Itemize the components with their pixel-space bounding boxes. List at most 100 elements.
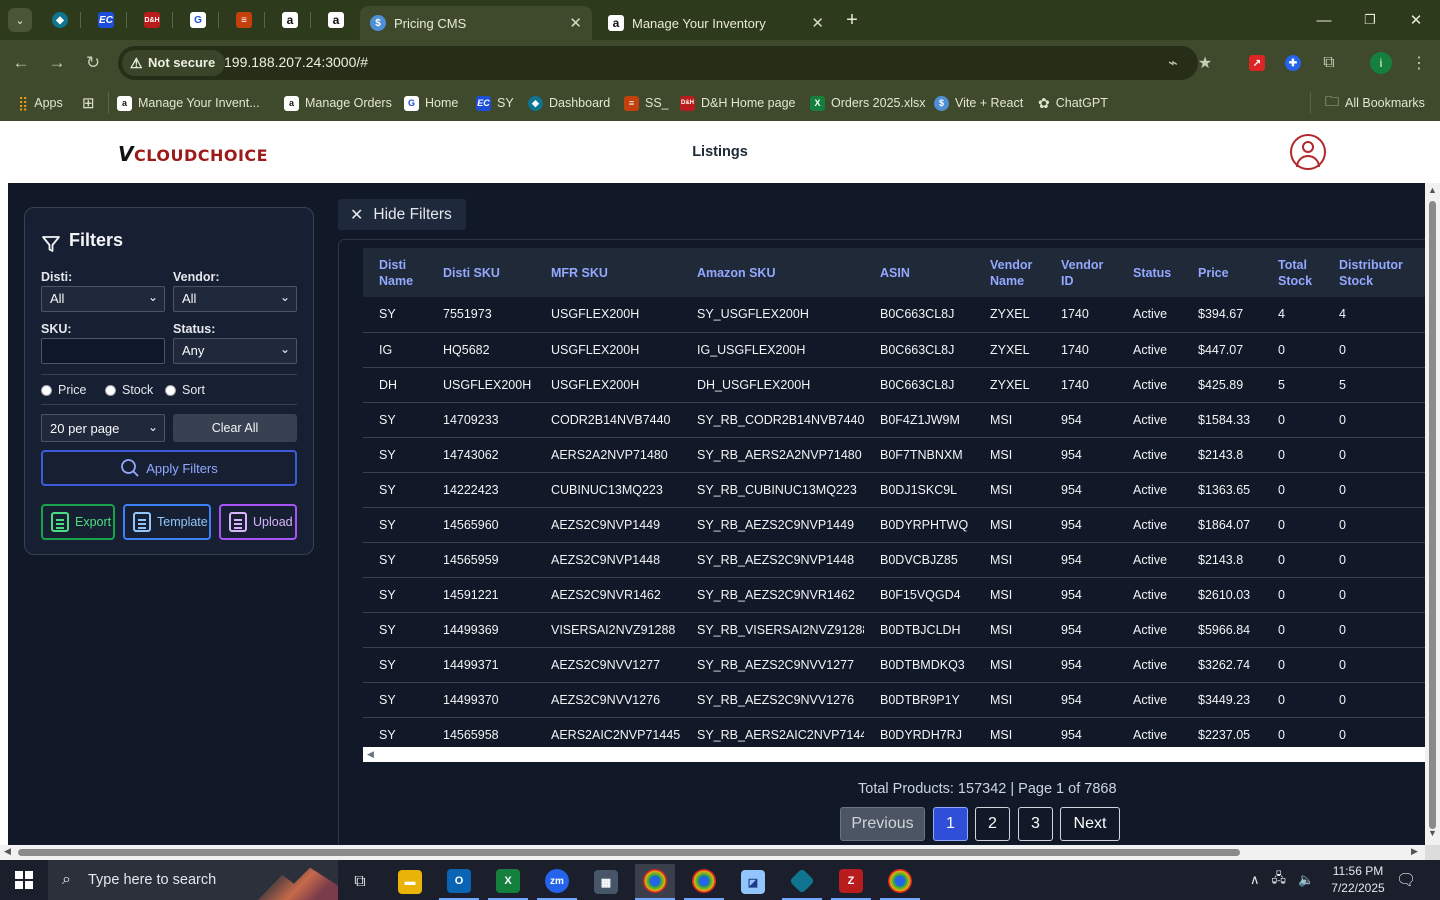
upload-button[interactable]: Upload [219,504,297,540]
pinned-tab[interactable]: a [324,8,348,32]
scroll-right-icon[interactable]: ▶ [1411,846,1418,857]
forward-button[interactable]: → [46,52,68,74]
address-bar[interactable]: ⚠ Not secure 199.188.207.24:3000/# ⌁ ★ [118,46,1212,80]
vendor-select[interactable]: All ⌄ [173,286,297,312]
bookmark-dh-home[interactable]: D&H D&H Home page [680,92,796,114]
cast-icon[interactable]: ⌁ [1162,52,1184,74]
taskbar-calculator[interactable]: ▦ [586,864,626,900]
bookmark-apps[interactable]: ⣿ Apps [18,92,63,114]
table-row[interactable]: SY 14743062 AERS2A2NVP71480 SY_RB_AERS2A2NV… [363,437,1425,473]
close-window-button[interactable]: ✕ [1396,8,1436,32]
clear-all-button[interactable]: Clear All [173,414,297,442]
radio-sort[interactable]: Sort [165,383,205,397]
next-page-button[interactable]: Next [1060,807,1120,841]
bookmark-vite-react[interactable]: $ Vite + React [934,92,1023,114]
chevron-up-icon[interactable]: ∧ [1250,872,1260,888]
bookmark-home[interactable]: G Home [404,92,458,114]
bookmark-tab-groups[interactable]: ⊞ [82,92,95,114]
all-bookmarks[interactable]: 🗀 All Bookmarks [1310,92,1425,114]
restore-button[interactable]: ❐ [1350,8,1390,32]
clock[interactable]: 11:56 PM 7/22/2025 [1326,863,1390,897]
table-row[interactable]: SY 14565959 AEZS2C9NVP1448 SY_RB_AEZS2C9NVP… [363,542,1425,578]
table-row[interactable]: SY 14499371 AEZS2C9NVV1277 SY_RB_AEZS2C9NVV… [363,647,1425,683]
radio-stock[interactable]: Stock [105,383,153,397]
table-row[interactable]: SY 14709233 CODR2B14NVB7440 SY_RB_CODR2B14N… [363,402,1425,438]
pinned-tab[interactable]: EC [94,8,118,32]
previous-page-button[interactable]: Previous [840,807,925,841]
table-row[interactable]: SY 7551973 USGFLEX200H SY_USGFLEX200H B0C663… [363,297,1425,333]
user-avatar-icon[interactable] [1290,134,1326,170]
bookmark-dashboard[interactable]: ◆ Dashboard [528,92,610,114]
hide-filters-button[interactable]: ✕ Hide Filters [338,199,466,230]
listings-table-container[interactable]: Disti Name Disti SKU MFR SKU Amazon SKU ASIN… [363,248,1425,748]
scroll-up-icon[interactable]: ▲ [1428,185,1437,195]
minimize-button[interactable]: — [1304,8,1344,32]
pinned-tab[interactable]: G [186,8,210,32]
taskbar-excel[interactable]: X [488,864,528,900]
extension-icon[interactable]: ✚ [1282,52,1304,74]
scrollbar-thumb[interactable] [1429,201,1436,829]
close-icon[interactable]: ✕ [811,14,824,32]
taskbar-app[interactable] [782,864,822,900]
table-horizontal-scrollbar[interactable]: ◀ [363,747,1425,762]
tab-pricing-cms[interactable]: $ Pricing CMS ✕ [360,6,592,40]
network-icon[interactable]: 🖧 [1272,869,1287,891]
taskbar-notes[interactable]: ◪ [733,864,773,900]
notification-icon[interactable]: 🗨 [1396,870,1416,890]
table-row[interactable]: SY 14499369 VISERSAI2NVZ91288 SY_RB_VISERSA… [363,612,1425,648]
pinned-tab[interactable]: D&H [140,8,164,32]
bookmark-manage-inventory[interactable]: a Manage Your Invent... [108,92,260,114]
page-button-3[interactable]: 3 [1018,807,1053,841]
table-row[interactable]: SY 14565960 AEZS2C9NVP1449 SY_RB_AEZS2C9NVP… [363,507,1425,543]
taskbar-zoom[interactable]: zm [537,864,577,900]
table-row[interactable]: SY 14565958 AERS2AIC2NVP71445 SY_RB_AERS2AI… [363,717,1425,748]
tab-manage-inventory[interactable]: a Manage Your Inventory ✕ [598,6,834,40]
page-horizontal-scrollbar[interactable]: ◀ ▶ [0,845,1425,860]
table-row[interactable]: SY 14591221 AEZS2C9NVR1462 SY_RB_AEZS2C9NVR… [363,577,1425,613]
security-chip[interactable]: ⚠ Not secure [122,50,226,76]
status-select[interactable]: Any ⌄ [173,338,297,364]
taskbar-filezilla[interactable]: Z [831,864,871,900]
task-view-button[interactable]: ⧉ [340,864,380,900]
taskbar-file-explorer[interactable]: ▬ [390,864,430,900]
taskbar-search[interactable]: ⌕ Type here to search [48,860,338,900]
pinned-tab[interactable]: ≡ [232,8,256,32]
close-icon[interactable]: ✕ [569,14,582,32]
bookmark-chatgpt[interactable]: ✿ ChatGPT [1038,92,1108,114]
new-tab-button[interactable]: + [832,8,872,32]
profile-button[interactable]: i [1370,52,1392,74]
logo[interactable]: VCLOUDCHOICE [118,142,268,166]
scroll-left-icon[interactable]: ◀ [4,846,11,857]
scrollbar-thumb[interactable] [18,849,1240,856]
table-row[interactable]: SY 14499370 AEZS2C9NVV1276 SY_RB_AEZS2C9NVV… [363,682,1425,718]
radio-price[interactable]: Price [41,383,86,397]
table-row[interactable]: IG HQ5682 USGFLEX200H IG_USGFLEX200H B0C663C… [363,332,1425,368]
template-button[interactable]: Template [123,504,211,540]
pinned-tab[interactable]: a [278,8,302,32]
scroll-down-icon[interactable]: ▼ [1428,828,1437,838]
tab-search-button[interactable]: ⌄ [8,8,32,32]
reload-button[interactable]: ↻ [82,52,104,74]
bookmark-manage-orders[interactable]: a Manage Orders [284,92,392,114]
disti-select[interactable]: All ⌄ [41,286,165,312]
per-page-select[interactable]: 20 per page ⌄ [41,414,165,442]
bookmark-star-icon[interactable]: ★ [1194,52,1216,74]
taskbar-chrome-2[interactable] [684,864,724,900]
table-row[interactable]: SY 14222423 CUBINUC13MQ223 SY_RB_CUBINUC13M… [363,472,1425,508]
taskbar-chrome-profile[interactable] [880,864,920,900]
start-button[interactable] [0,860,48,900]
taskbar-outlook[interactable]: O [439,864,479,900]
bookmark-sy[interactable]: EC SY [476,92,514,114]
sku-input[interactable] [41,338,165,364]
extensions-puzzle-icon[interactable]: ⧉ [1318,52,1340,74]
volume-icon[interactable]: 🔈 [1298,872,1314,888]
page-button-2[interactable]: 2 [975,807,1010,841]
bookmark-ss[interactable]: ≡ SS_ [624,92,669,114]
taskbar-chrome[interactable] [635,864,675,900]
apply-filters-button[interactable]: Apply Filters [41,450,297,486]
page-button-1[interactable]: 1 [933,807,968,841]
table-row[interactable]: DH USGFLEX200H USGFLEX200H DH_USGFLEX200H B0… [363,367,1425,403]
scroll-left-icon[interactable]: ◀ [367,749,374,760]
page-vertical-scrollbar[interactable]: ▲ ▼ [1425,183,1440,845]
pinned-tab[interactable]: ◆ [48,8,72,32]
